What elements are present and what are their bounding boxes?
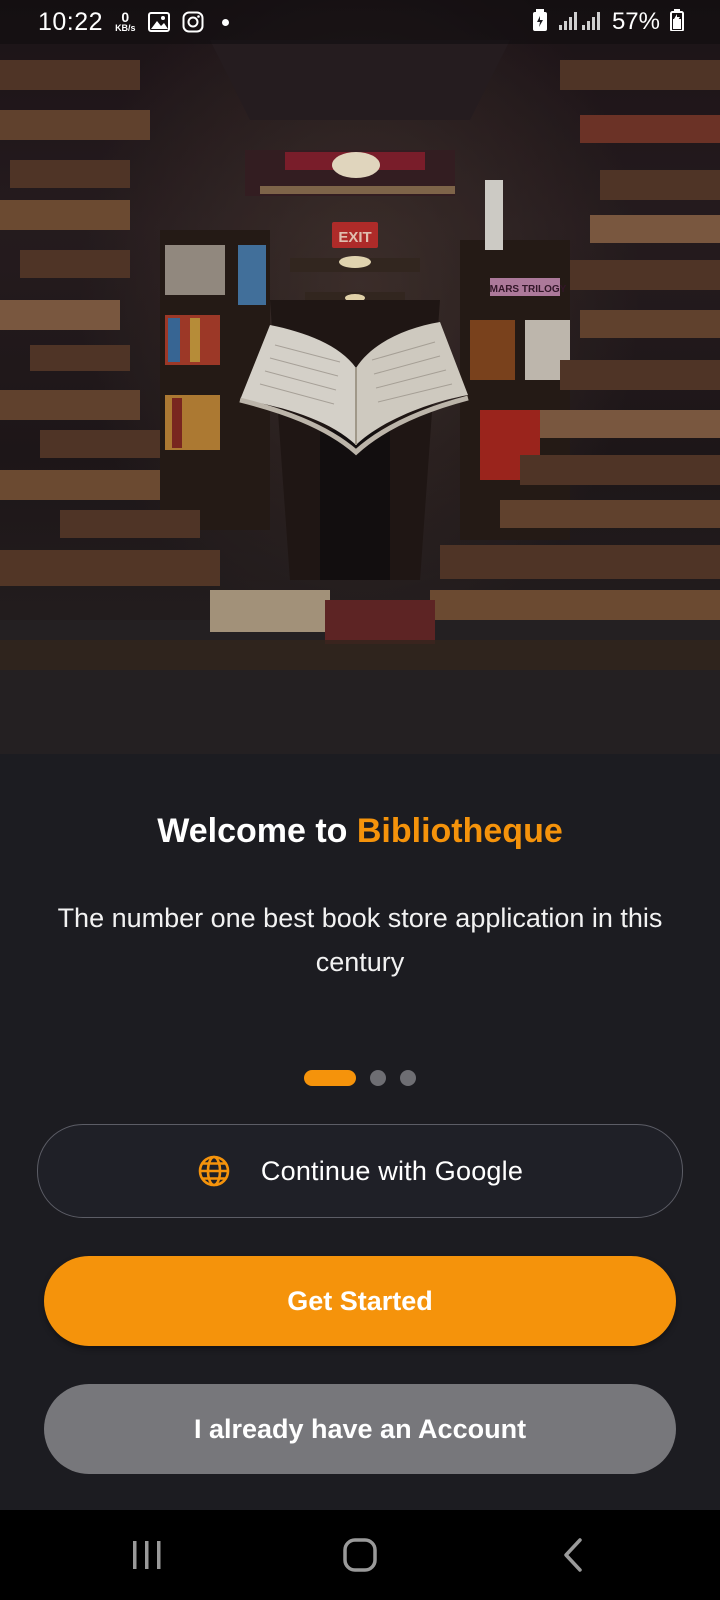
signal-icon	[558, 9, 602, 36]
google-button-label: Continue with Google	[260, 1155, 524, 1186]
network-speed-unit: KB/s	[115, 23, 136, 33]
back-icon[interactable]	[533, 1525, 613, 1585]
welcome-subtitle: The number one best book store applicati…	[57, 903, 663, 977]
battery-percentage: 57%	[611, 8, 660, 35]
globe-icon	[197, 1154, 231, 1188]
existing-account-button[interactable]: I already have an Account	[44, 1384, 676, 1474]
page-dot-1[interactable]	[304, 1070, 356, 1086]
network-speed: 0 KB/s	[115, 10, 136, 33]
notification-dot	[221, 18, 229, 26]
continue-with-google-button[interactable]: Continue with Google	[37, 1124, 683, 1218]
page-dot-3[interactable]	[400, 1070, 416, 1086]
hero-library-image: EXIT MARS TRILOGY	[0, 0, 720, 754]
system-nav-bar	[0, 1510, 720, 1600]
get-started-label: Get Started	[287, 1285, 433, 1316]
get-started-button[interactable]: Get Started	[44, 1256, 676, 1346]
instagram-icon	[182, 11, 204, 33]
page-indicator	[0, 1070, 720, 1086]
brand-name: Bibliotheque	[356, 812, 563, 850]
welcome-prefix: Welcome to	[157, 812, 357, 850]
battery-icon	[670, 8, 684, 36]
page-dot-2[interactable]	[370, 1070, 386, 1086]
existing-account-label: I already have an Account	[193, 1413, 527, 1444]
welcome-screen: EXIT MARS TRILOGY 10:22 0 KB/s 57% Welco…	[0, 0, 720, 1600]
recents-icon[interactable]	[107, 1525, 187, 1585]
gallery-icon	[147, 12, 170, 32]
battery-saver-icon	[532, 8, 548, 36]
status-bar: 10:22 0 KB/s 57%	[0, 0, 720, 44]
home-icon[interactable]	[320, 1525, 400, 1585]
welcome-title: Welcome to Bibliotheque	[0, 812, 720, 851]
status-time: 10:22	[38, 7, 104, 36]
